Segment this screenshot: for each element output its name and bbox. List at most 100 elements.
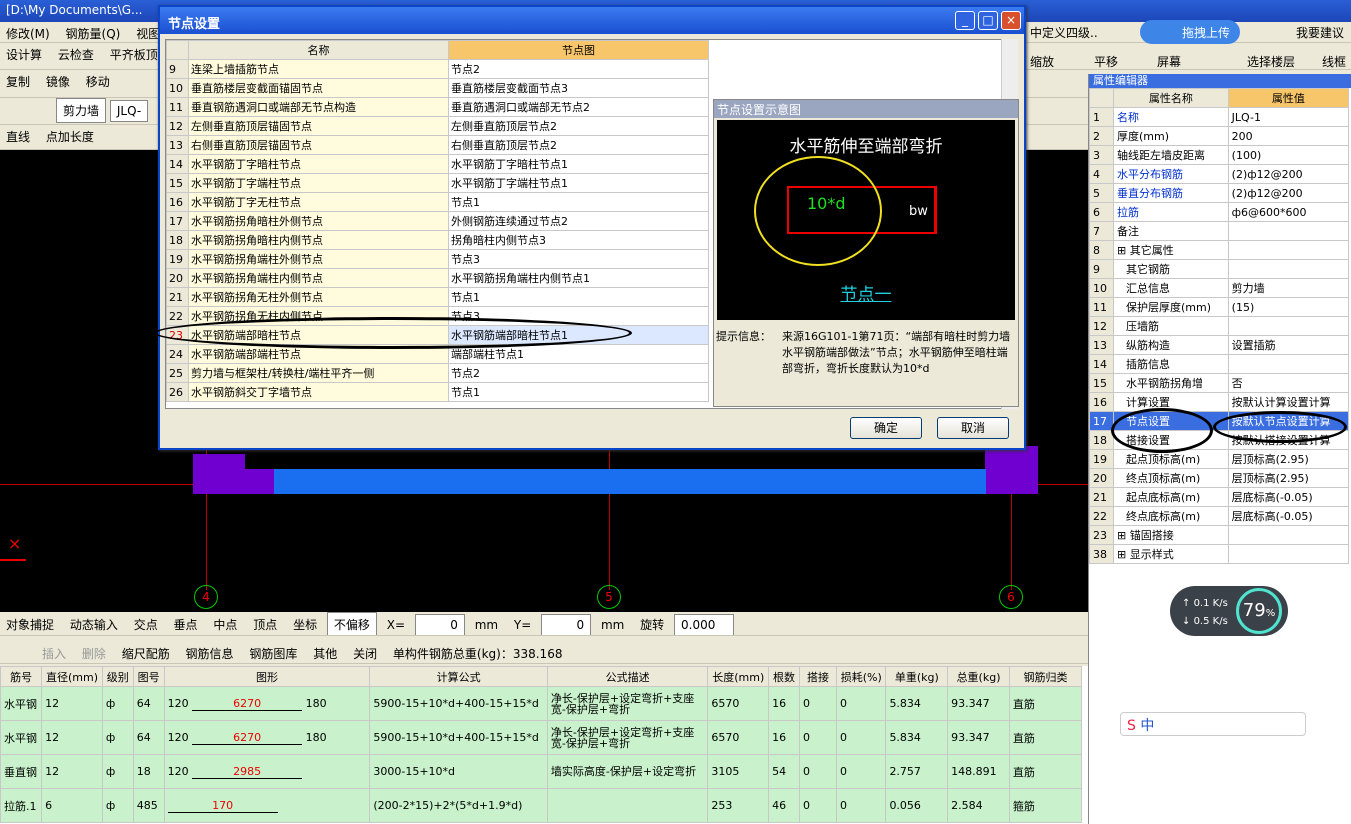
property-value[interactable]: (2)ф12@200 [1227, 183, 1350, 203]
property-value[interactable]: 层顶标高(2.95) [1227, 449, 1350, 469]
property-value[interactable]: 否 [1227, 373, 1350, 393]
property-value[interactable]: 设置插筋 [1227, 335, 1350, 355]
property-value[interactable]: (100) [1227, 145, 1350, 165]
property-value[interactable]: 200 [1227, 126, 1350, 146]
calc-button[interactable]: 设计算 [0, 43, 48, 66]
node-value[interactable]: 节点1 [448, 287, 709, 307]
y-input[interactable]: 0 [541, 614, 592, 635]
property-value[interactable]: (15) [1227, 297, 1350, 317]
rotate-label[interactable]: 旋转 [634, 613, 670, 635]
property-value[interactable] [1227, 354, 1350, 374]
rebar-library-button[interactable]: 钢筋图库 [243, 642, 303, 663]
node-row[interactable]: 12 左侧垂直筋顶层锚固节点 左侧垂直筋顶层节点2 [166, 116, 709, 136]
property-row[interactable]: 19 起点顶标高(m) 层顶标高(2.95) [1089, 449, 1350, 469]
property-value[interactable]: 剪力墙 [1227, 278, 1350, 298]
node-value[interactable]: 节点2 [448, 59, 709, 79]
coordinate-snap[interactable]: 坐标 [287, 613, 323, 635]
node-row[interactable]: 10 垂直筋楼层变截面锚固节点 垂直筋楼层变截面节点3 [166, 78, 709, 98]
property-value[interactable]: JLQ-1 [1227, 107, 1350, 127]
node-row[interactable]: 25 剪力墙与框架柱/转换柱/端柱平齐一侧 节点2 [166, 363, 709, 383]
property-row[interactable]: 1 名称 JLQ-1 [1089, 107, 1350, 127]
rebar-row[interactable]: 垂直钢 12 ф 18 120 2985 3000-15+10*d 墙实际高度-保护层+设… [0, 754, 1083, 789]
point-length-tool[interactable]: 点加长度 [40, 125, 100, 148]
property-value[interactable]: 按默认计算设置计算 [1227, 392, 1350, 412]
property-value[interactable] [1227, 316, 1350, 336]
column-left[interactable] [193, 454, 245, 494]
offset-select[interactable]: 不偏移 [326, 612, 377, 635]
property-row[interactable]: 22 终点底标高(m) 层底标高(-0.05) [1089, 506, 1350, 526]
property-row[interactable]: 15 水平钢筋拐角增否 [1089, 373, 1350, 393]
minimize-icon[interactable]: _ [955, 11, 975, 30]
node-row[interactable]: 21 水平钢筋拐角无柱外侧节点 节点1 [166, 287, 709, 307]
line-tool[interactable]: 直线 [0, 125, 36, 148]
perpendicular-snap[interactable]: 垂点 [168, 613, 204, 635]
mirror-button[interactable]: 镜像 [40, 70, 76, 93]
node-value[interactable]: 节点1 [448, 192, 709, 212]
scale-rebar-button[interactable]: 缩尺配筋 [116, 642, 176, 663]
property-value[interactable]: 层底标高(-0.05) [1227, 487, 1350, 507]
shear-wall[interactable] [274, 469, 986, 494]
node-value[interactable]: 节点2 [448, 363, 709, 383]
dynamic-input-toggle[interactable]: 动态输入 [64, 613, 124, 635]
element-type-select[interactable]: 剪力墙 [56, 98, 107, 123]
node-row[interactable]: 18 水平钢筋拐角暗柱内侧节点 拐角暗柱内侧节点3 [166, 230, 709, 250]
delete-button[interactable]: 删除 [76, 642, 112, 663]
node-row[interactable]: 16 水平钢筋丁字无柱节点 节点1 [166, 192, 709, 212]
property-value[interactable]: ф6@600*600 [1227, 202, 1350, 222]
rebar-row[interactable]: 拉筋.1 6 ф 485 170 (200-2*15)+2*(5*d+1.9*d) 25… [0, 788, 1083, 823]
screen-button[interactable]: 屏幕 [1157, 53, 1181, 70]
expand-icon[interactable]: ⊞ [1117, 244, 1130, 257]
property-row[interactable]: 38 ⊞ 显示样式 [1089, 544, 1350, 564]
node-row[interactable]: 26 水平钢筋斜交丁字墙节点 节点1 [166, 382, 709, 402]
property-value[interactable]: 层底标高(-0.05) [1227, 506, 1350, 526]
node-value[interactable]: 拐角暗柱内侧节点3 [448, 230, 709, 250]
property-row[interactable]: 10 汇总信息 剪力墙 [1089, 278, 1350, 298]
property-row[interactable]: 8 ⊞ 其它属性 [1089, 240, 1350, 260]
ok-button[interactable]: 确定 [850, 417, 922, 439]
property-row[interactable]: 7 备注 [1089, 221, 1350, 241]
network-speed-widget[interactable]: ↑ 0.1 K/s ↓ 0.5 K/s 79% [1170, 586, 1288, 636]
close-icon[interactable]: × [1001, 11, 1021, 30]
node-value[interactable]: 垂直筋遇洞口或端部无节点2 [448, 97, 709, 117]
property-row[interactable]: 16 计算设置 按默认计算设置计算 [1089, 392, 1350, 412]
close-button[interactable]: 关闭 [347, 642, 383, 663]
node-value[interactable]: 水平钢筋丁字暗柱节点1 [448, 154, 709, 174]
node-row[interactable]: 15 水平钢筋丁字端柱节点 水平钢筋丁字端柱节点1 [166, 173, 709, 193]
node-value[interactable]: 左侧垂直筋顶层节点2 [448, 116, 709, 136]
property-value[interactable] [1227, 240, 1350, 260]
node-row[interactable]: 13 右侧垂直筋顶层锚固节点 右侧垂直筋顶层节点2 [166, 135, 709, 155]
property-row[interactable]: 13 纵筋构造 设置插筋 [1089, 335, 1350, 355]
node-row[interactable]: 17 水平钢筋拐角暗柱外侧节点 外侧钢筋连续通过节点2 [166, 211, 709, 231]
x-input[interactable]: 0 [414, 614, 465, 635]
expand-icon[interactable]: ⊞ [1117, 548, 1130, 561]
column-right[interactable] [985, 446, 1038, 494]
property-row[interactable]: 12 压墙筋 [1089, 316, 1350, 336]
wireframe-button[interactable]: 线框 [1322, 53, 1346, 70]
copy-button[interactable]: 复制 [0, 70, 36, 93]
property-row[interactable]: 3 轴线距左墙皮距离 (100) [1089, 145, 1350, 165]
object-snap-toggle[interactable]: 对象捕捉 [0, 613, 60, 635]
node-row[interactable]: 19 水平钢筋拐角端柱外侧节点 节点3 [166, 249, 709, 269]
select-floor-button[interactable]: 选择楼层 [1247, 53, 1295, 70]
property-value[interactable] [1227, 544, 1350, 564]
property-row[interactable]: 5 垂直分布钢筋 (2)ф12@200 [1089, 183, 1350, 203]
property-row[interactable]: 11 保护层厚度(mm) (15) [1089, 297, 1350, 317]
node-row[interactable]: 14 水平钢筋丁字暗柱节点 水平钢筋丁字暗柱节点1 [166, 154, 709, 174]
property-value[interactable] [1227, 525, 1350, 545]
align-slab-button[interactable]: 平齐板顶 [104, 43, 164, 66]
element-name-select[interactable]: JLQ- [109, 100, 149, 122]
pan-button[interactable]: 平移 [1094, 53, 1118, 70]
insert-button[interactable]: 插入 [36, 642, 72, 663]
cancel-button[interactable]: 取消 [937, 417, 1009, 439]
rotate-input[interactable]: 0.000 [674, 614, 735, 635]
midpoint-snap[interactable]: 中点 [207, 613, 243, 635]
node-value[interactable]: 节点1 [448, 382, 709, 402]
rebar-row[interactable]: 水平钢 12 ф 64 120 6270 180 5900-15+10*d+400-15+… [0, 720, 1083, 755]
property-row[interactable]: 23 ⊞ 锚固搭接 [1089, 525, 1350, 545]
property-row[interactable]: 9 其它钢筋 [1089, 259, 1350, 279]
node-row[interactable]: 11 垂直钢筋遇洞口或端部无节点构造 垂直筋遇洞口或端部无节点2 [166, 97, 709, 117]
property-row[interactable]: 21 起点底标高(m) 层底标高(-0.05) [1089, 487, 1350, 507]
move-button[interactable]: 移动 [80, 70, 116, 93]
rebar-row[interactable]: 水平钢 12 ф 64 120 6270 180 5900-15+10*d+400-15+… [0, 686, 1083, 721]
other-menu[interactable]: 其他 [307, 642, 343, 663]
